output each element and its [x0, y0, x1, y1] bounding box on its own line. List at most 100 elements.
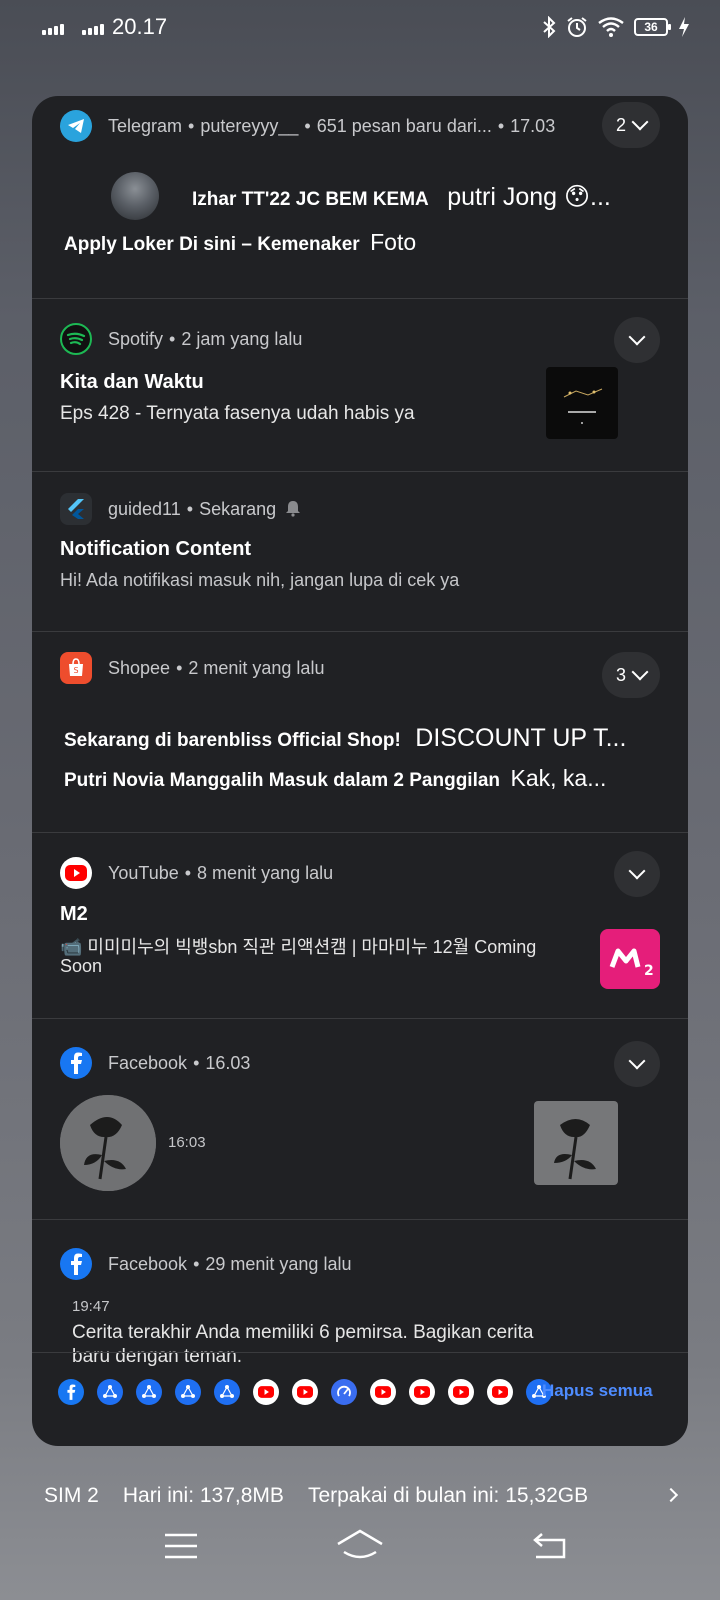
app-name: YouTube: [108, 862, 179, 883]
notification-time: 17.03: [510, 115, 556, 136]
notification-youtube[interactable]: YouTube • 8 menit yang lalu M2 📹 미미미누의 빅뱅s…: [32, 833, 688, 1019]
notification-time: 16.03: [205, 1052, 251, 1073]
story-thumbnail: [534, 1101, 618, 1185]
data-usage[interactable]: SIM 2 Hari ini: 137,8MB Terpakai di bula…: [44, 1484, 588, 1508]
account-name: putereyyy__: [200, 115, 299, 136]
facebook-icon: [60, 1047, 92, 1079]
story-time: 16:03: [168, 1134, 206, 1151]
app-name: Shopee: [108, 657, 171, 678]
sim-label: SIM 2: [44, 1484, 99, 1507]
share-icon: [175, 1379, 201, 1405]
chevron-down-icon: [631, 663, 649, 681]
status-bar: 20.17 36: [0, 0, 720, 60]
channel-thumbnail: 2: [600, 929, 660, 989]
shopee-icon: S: [60, 652, 92, 684]
story-time: 19:47: [72, 1298, 110, 1315]
message-preview: Kak, ka...: [510, 765, 607, 791]
notification-app-row: Hapus semua: [32, 1352, 688, 1446]
notification-panel: Telegram • putereyyy__ • 651 pesan baru dari…: [32, 96, 688, 1446]
bell-icon: [286, 500, 301, 517]
notification-spotify[interactable]: Spotify • 2 jam yang lalu Kita dan Waktu E…: [32, 299, 688, 472]
podcast-thumbnail: [546, 367, 618, 439]
alarm-icon: [567, 17, 587, 37]
chevron-down-icon: [631, 113, 649, 131]
back-icon[interactable]: [530, 1532, 568, 1560]
share-icon: [214, 1379, 240, 1405]
app-name: Telegram: [108, 115, 183, 136]
charging-icon: [679, 17, 689, 37]
speed-icon: [331, 1379, 357, 1405]
chevron-right-icon[interactable]: [663, 1487, 679, 1503]
expand-button[interactable]: 2: [601, 102, 660, 148]
notification-time: 8 menit yang lalu: [197, 862, 334, 883]
app-name: guided11: [108, 498, 181, 519]
battery-icon: 36: [634, 18, 671, 36]
usage-today: Hari ini: 137,8MB: [122, 1484, 284, 1507]
notification-time: 2 menit yang lalu: [188, 657, 325, 678]
message-preview: Foto: [370, 229, 417, 255]
message-sender: Sekarang di barenbliss Official Shop!: [64, 730, 401, 751]
notification-guided11[interactable]: guided11 • Sekarang Notification Content H…: [32, 472, 688, 632]
facebook-icon: [58, 1379, 84, 1405]
svg-text:S: S: [73, 666, 78, 675]
notification-text: Eps 428 - Ternyata fasenya udah habis ya: [60, 403, 415, 424]
message-preview: putri Jong 😯...: [447, 183, 611, 211]
app-name: Facebook: [108, 1052, 188, 1073]
message-sender: Putri Novia Manggalih Masuk dalam 2 Pang…: [64, 770, 501, 791]
notification-time: 2 jam yang lalu: [181, 328, 303, 349]
notification-text: 📹 미미미누의 빅뱅sbn 직관 리액션캠 | 마마미누 12월 Coming: [60, 937, 537, 957]
menu-icon[interactable]: [164, 1532, 198, 1560]
facebook-icon: [60, 1248, 92, 1280]
notification-text: Hi! Ada notifikasi masuk nih, jangan lup…: [60, 570, 460, 590]
expand-button[interactable]: [614, 317, 660, 363]
notification-facebook[interactable]: Facebook • 16.03 16:03: [32, 1019, 688, 1220]
expand-button[interactable]: [614, 851, 660, 897]
chevron-down-icon: [628, 862, 646, 880]
signal-sim2-icon: [82, 24, 104, 35]
share-icon: [97, 1379, 123, 1405]
share-icon: [136, 1379, 162, 1405]
notification-telegram[interactable]: Telegram • putereyyy__ • 651 pesan baru dari…: [32, 96, 688, 299]
notification-shopee[interactable]: S Shopee • 2 menit yang lalu 3 Sekarang di…: [32, 632, 688, 833]
usage-month: Terpakai di bulan ini: 15,32GB: [307, 1484, 589, 1507]
app-name: Facebook: [108, 1253, 188, 1274]
signal-sim1-icon: [42, 24, 64, 35]
youtube-icon: [487, 1379, 513, 1405]
svg-text:2: 2: [644, 963, 654, 979]
notification-title: Notification Content: [60, 538, 252, 560]
youtube-icon: [292, 1379, 318, 1405]
clock: 20.17: [112, 14, 168, 39]
summary-text: 651 pesan baru dari...: [316, 115, 492, 136]
notification-time: 29 menit yang lalu: [205, 1253, 352, 1274]
message-sender: Izhar TT'22 JC BEM KEMA: [192, 189, 429, 210]
clear-all-button[interactable]: Hapus semua: [542, 1381, 653, 1401]
notification-title: Kita dan Waktu: [60, 371, 204, 393]
youtube-icon: [448, 1379, 474, 1405]
navigation-bar: [0, 1520, 720, 1600]
youtube-icon: [370, 1379, 396, 1405]
notification-title: M2: [60, 903, 88, 925]
youtube-icon: [409, 1379, 435, 1405]
wifi-icon: [598, 17, 624, 37]
chevron-down-icon: [628, 328, 646, 346]
youtube-icon: [253, 1379, 279, 1405]
home-icon[interactable]: [336, 1528, 384, 1562]
message-preview: DISCOUNT UP T...: [415, 724, 627, 752]
notification-facebook-story[interactable]: Facebook • 29 menit yang lalu 19:47 Cerita…: [32, 1220, 688, 1367]
telegram-icon: [60, 110, 92, 142]
flutter-icon: [60, 493, 92, 525]
notification-time: Sekarang: [199, 498, 277, 519]
notification-count: 2: [615, 114, 626, 135]
notification-count: 3: [615, 664, 626, 685]
story-avatar: [60, 1095, 156, 1191]
notification-text: Soon: [60, 956, 103, 976]
message-sender: Apply Loker Di sini – Kemenaker: [64, 234, 360, 255]
avatar: [111, 172, 159, 220]
spotify-icon: [60, 323, 92, 355]
expand-button[interactable]: [614, 1041, 660, 1087]
notification-text: Cerita terakhir Anda memiliki 6 pemirsa.…: [72, 1322, 534, 1343]
youtube-icon: [60, 857, 92, 889]
chevron-down-icon: [628, 1052, 646, 1070]
expand-button[interactable]: 3: [601, 652, 660, 698]
bluetooth-icon: [543, 16, 556, 38]
